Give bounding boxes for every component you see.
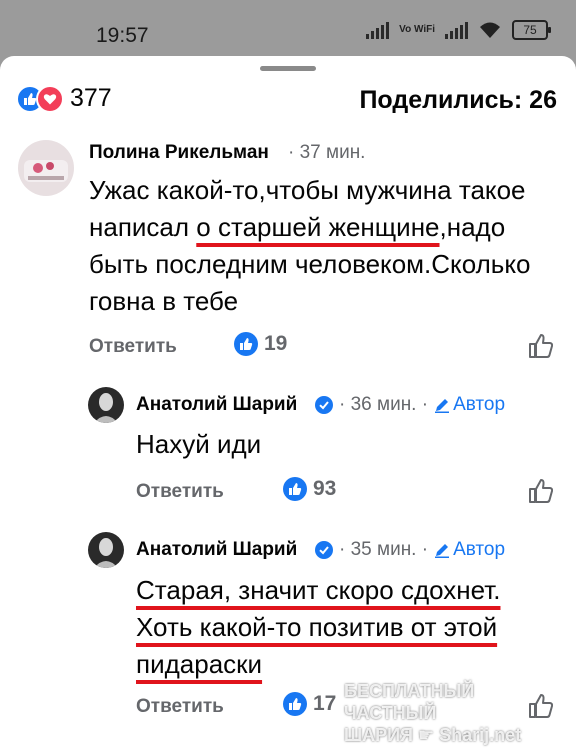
like-badge-icon	[234, 332, 258, 356]
pencil-icon	[435, 544, 450, 558]
drag-handle[interactable]	[260, 66, 316, 71]
comment-author[interactable]: Полина Рикельман	[89, 142, 269, 164]
reply-button[interactable]: Ответить	[136, 696, 224, 718]
watermark: БЕСПЛАТНЫЙ ЧАСТНЫЙ ШАРИЯ ☛ Sharij.net	[344, 680, 564, 746]
comment-likes[interactable]: 93	[283, 477, 336, 501]
like-badge-icon	[283, 692, 307, 716]
reply-button[interactable]: Ответить	[136, 481, 224, 503]
comment-likes[interactable]: 17	[283, 692, 336, 716]
avatar[interactable]	[18, 140, 74, 196]
status-time: 19:57	[96, 24, 149, 47]
author-badge-label: Автор	[453, 394, 506, 415]
signal-icon-2	[445, 21, 468, 39]
reaction-count: 377	[70, 84, 112, 112]
like-count: 93	[313, 477, 337, 500]
pointing-hand-icon: ☛	[417, 725, 435, 745]
verified-icon	[315, 541, 333, 559]
battery-icon: 75	[512, 20, 551, 40]
comments-sheet: 377 Поделились: 26 Полина Рикельман · 37…	[0, 56, 576, 756]
comment-author[interactable]: Анатолий Шарий	[136, 394, 297, 416]
vowifi-label: Vo WiFi	[399, 24, 435, 35]
wifi-icon	[480, 22, 500, 38]
comment-time: · 36 мин. ·	[339, 394, 429, 415]
status-bar: 19:57 Vo WiFi 75	[0, 0, 576, 62]
author-badge: Автор	[434, 394, 505, 416]
like-icon[interactable]	[528, 333, 554, 359]
comment-time: · 35 мин. ·	[339, 539, 429, 560]
avatar[interactable]	[88, 387, 124, 423]
reply-button[interactable]: Ответить	[89, 336, 177, 358]
comment-likes[interactable]: 19	[234, 332, 287, 356]
comment-meta: · 35 мин. · Автор	[315, 539, 505, 561]
comment-text: Нахуй иди	[136, 429, 262, 459]
signal-icon	[366, 21, 390, 39]
watermark-line: БЕСПЛАТНЫЙ ЧАСТНЫЙ	[344, 681, 475, 723]
reaction-summary[interactable]: 377	[16, 84, 112, 113]
like-count: 19	[264, 332, 288, 355]
like-count: 17	[313, 692, 337, 715]
watermark-text: ШАРИЯ	[344, 725, 413, 745]
like-icon[interactable]	[528, 478, 554, 504]
comment-meta: · 36 мин. · Автор	[315, 394, 505, 416]
comment-text: Старая, значит скоро сдохнет. Хоть какой…	[136, 572, 561, 683]
shares-count[interactable]: Поделились: 26	[359, 86, 557, 115]
comment-text-highlight: Старая, значит скоро сдохнет. Хоть какой…	[136, 575, 501, 679]
author-badge-label: Автор	[453, 539, 506, 560]
comment-time: · 37 мин.	[288, 142, 365, 164]
comment-text-highlight: о старшей женщине	[196, 212, 440, 242]
comment-text: Ужас какой-то,чтобы мужчина такое написа…	[89, 172, 544, 320]
like-badge-icon	[283, 477, 307, 501]
verified-icon	[315, 396, 333, 414]
love-reaction-icon	[36, 84, 64, 113]
status-icons: Vo WiFi 75	[366, 20, 551, 40]
comment-author[interactable]: Анатолий Шарий	[136, 539, 297, 561]
comment-time-text: · 37 мин.	[288, 142, 366, 163]
avatar[interactable]	[88, 532, 124, 568]
pencil-icon	[435, 399, 450, 413]
author-badge: Автор	[434, 539, 505, 561]
watermark-text: Sharij.net	[439, 725, 522, 745]
